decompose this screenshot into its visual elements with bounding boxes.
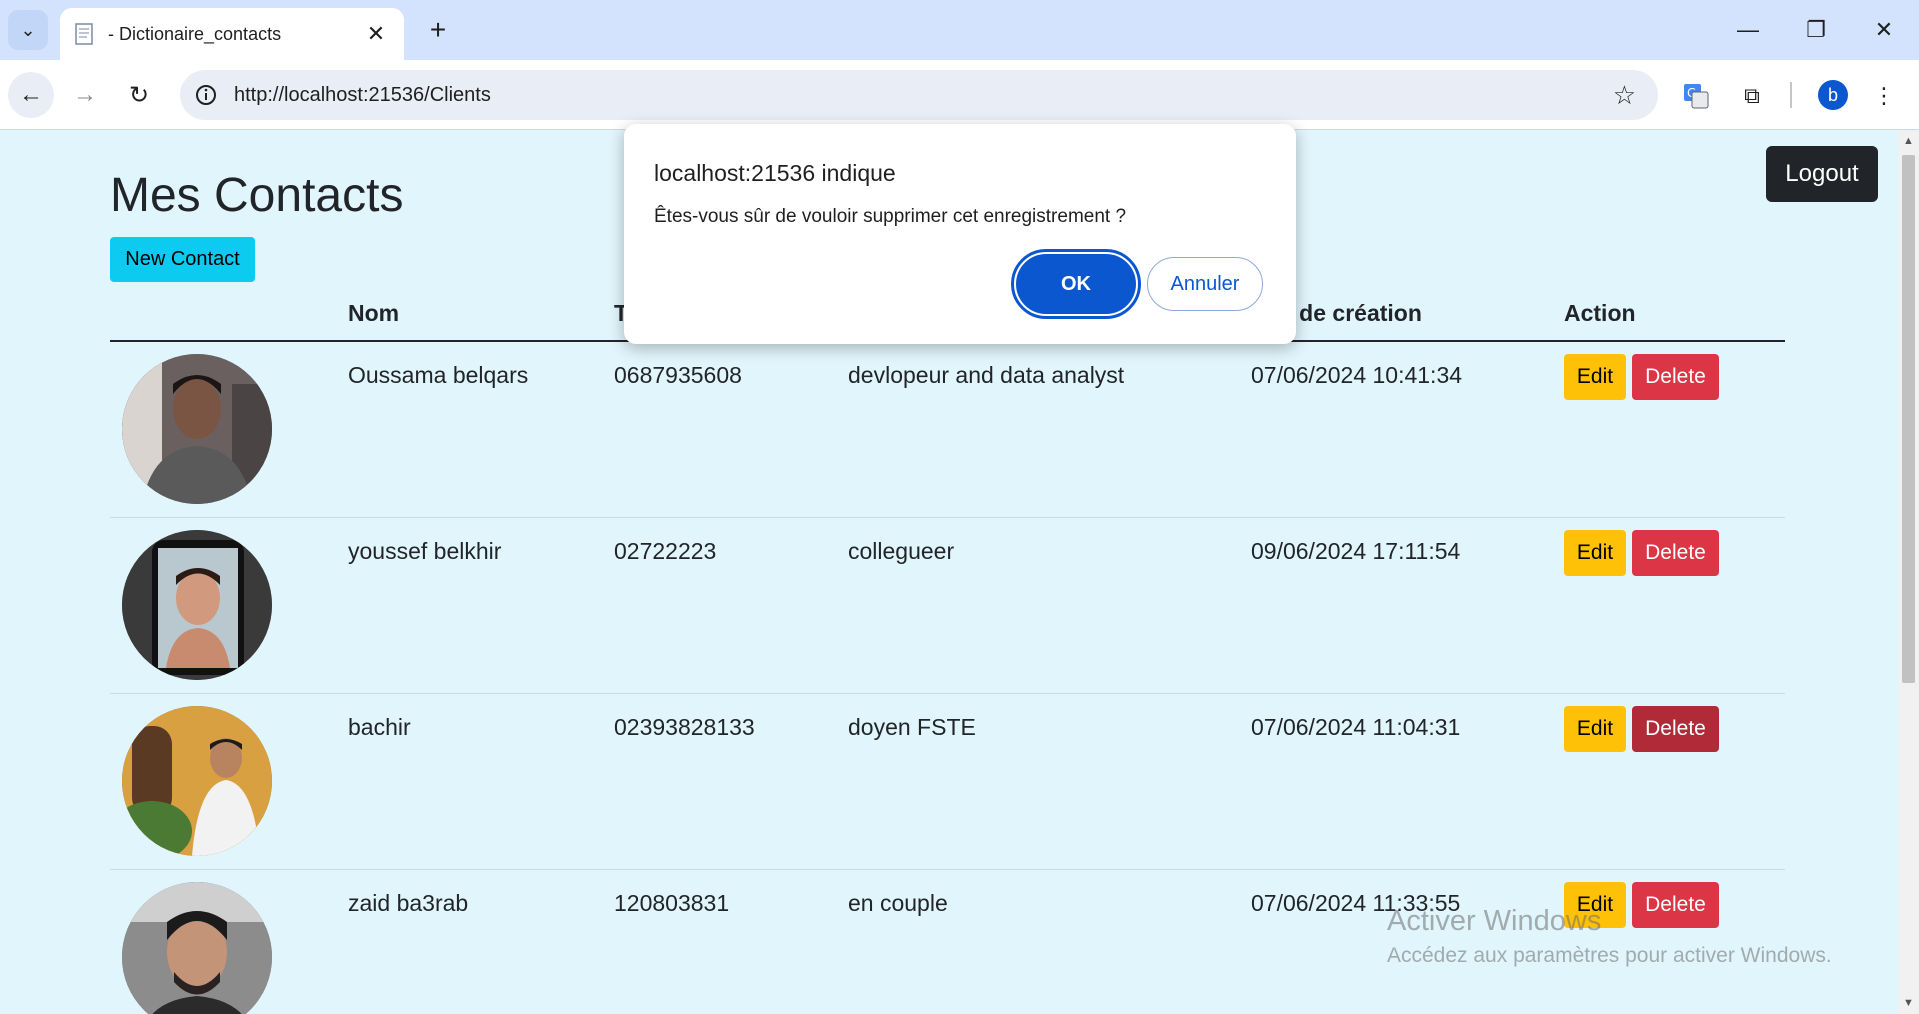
extensions-icon[interactable]: ⧉ xyxy=(1736,80,1768,112)
column-header-action: Action xyxy=(1564,300,1636,326)
windows-activation-watermark: Activer Windows Accédez aux paramètres p… xyxy=(1387,905,1832,968)
dialog-cancel-button[interactable]: Annuler xyxy=(1147,257,1263,311)
contact-phone: 120803831 xyxy=(614,890,730,916)
dialog-message: Êtes-vous sûr de vouloir supprimer cet e… xyxy=(654,206,1127,227)
scroll-down-icon[interactable]: ▼ xyxy=(1902,997,1915,1011)
contact-photo xyxy=(122,354,272,504)
watermark-title: Activer Windows xyxy=(1387,905,1602,937)
contact-description: en couple xyxy=(848,890,948,916)
tab-title: - Dictionaire_contacts xyxy=(108,23,282,44)
contact-date: 07/06/2024 11:04:31 xyxy=(1251,714,1461,740)
contact-description: doyen FSTE xyxy=(848,714,976,740)
contact-date: 07/06/2024 10:41:34 xyxy=(1251,362,1463,388)
contact-name: youssef belkhir xyxy=(348,538,502,564)
contact-phone: 02393828133 xyxy=(614,714,755,740)
url-text: http://localhost:21536/Clients xyxy=(234,83,491,106)
tab-bar: ⌄ - Dictionaire_contacts ✕ + — ❐ ✕ xyxy=(0,0,1919,60)
browser-tab[interactable]: - Dictionaire_contacts ✕ xyxy=(60,8,404,60)
table-row: bachir 02393828133 doyen FSTE 07/06/2024… xyxy=(110,694,1785,870)
delete-button[interactable]: Delete xyxy=(1632,530,1719,576)
forward-icon[interactable]: → xyxy=(62,72,108,118)
contact-photo xyxy=(122,706,272,856)
contact-photo xyxy=(122,530,272,680)
page-title: Mes Contacts xyxy=(110,169,404,222)
site-info-icon[interactable] xyxy=(190,79,222,111)
dialog-ok-button[interactable]: OK xyxy=(1011,249,1141,319)
delete-button[interactable]: Delete xyxy=(1632,706,1719,752)
confirm-dialog: localhost:21536 indique Êtes-vous sûr de… xyxy=(624,124,1296,344)
scroll-up-icon[interactable]: ▲ xyxy=(1902,135,1915,149)
close-tab-icon[interactable]: ✕ xyxy=(362,21,390,47)
contact-description: collegueer xyxy=(848,538,955,564)
address-bar[interactable]: http://localhost:21536/Clients ☆ xyxy=(180,70,1658,120)
reload-icon[interactable]: ↻ xyxy=(116,72,162,118)
page-scrollbar[interactable]: ▲ ▼ xyxy=(1898,131,1919,1014)
back-icon[interactable]: ← xyxy=(8,72,54,118)
contact-name: zaid ba3rab xyxy=(348,890,469,916)
toolbar-divider xyxy=(1790,82,1792,108)
profile-avatar[interactable]: b xyxy=(1818,80,1848,110)
delete-button[interactable]: Delete xyxy=(1632,354,1719,400)
translate-icon[interactable]: G xyxy=(1680,80,1712,112)
dialog-title: localhost:21536 indique xyxy=(654,160,896,186)
edit-button[interactable]: Edit xyxy=(1564,706,1626,752)
watermark-subtitle: Accédez aux paramètres pour activer Wind… xyxy=(1387,944,1832,967)
contact-name: bachir xyxy=(348,714,411,740)
logout-button[interactable]: Logout xyxy=(1766,146,1878,202)
close-window-icon[interactable]: ✕ xyxy=(1854,10,1914,50)
bookmark-star-icon[interactable]: ☆ xyxy=(1613,80,1636,111)
contact-photo xyxy=(122,882,272,1014)
table-row: youssef belkhir 02722223 collegueer 09/0… xyxy=(110,518,1785,694)
table-row: Oussama belqars 0687935608 devlopeur and… xyxy=(110,342,1785,518)
edit-button[interactable]: Edit xyxy=(1564,530,1626,576)
column-header-nom: Nom xyxy=(348,300,400,326)
scrollbar-thumb[interactable] xyxy=(1902,155,1915,683)
new-contact-button[interactable]: New Contact xyxy=(110,237,255,282)
tab-search-button[interactable]: ⌄ xyxy=(8,10,48,50)
chevron-down-icon: ⌄ xyxy=(20,19,36,40)
browser-toolbar: ← → ↻ http://localhost:21536/Clients ☆ G… xyxy=(0,60,1919,130)
new-tab-icon[interactable]: + xyxy=(420,12,456,48)
minimize-icon[interactable]: — xyxy=(1718,10,1778,50)
page-favicon-icon xyxy=(75,23,93,45)
contact-description: devlopeur and data analyst xyxy=(848,362,1125,388)
edit-button[interactable]: Edit xyxy=(1564,354,1626,400)
contact-name: Oussama belqars xyxy=(348,362,529,388)
restore-icon[interactable]: ❐ xyxy=(1786,10,1846,50)
column-header-date: e de création xyxy=(1280,300,1422,326)
contact-phone: 0687935608 xyxy=(614,362,742,388)
contact-phone: 02722223 xyxy=(614,538,717,564)
menu-icon[interactable]: ⋮ xyxy=(1868,80,1900,112)
contact-date: 09/06/2024 17:11:54 xyxy=(1251,538,1461,564)
